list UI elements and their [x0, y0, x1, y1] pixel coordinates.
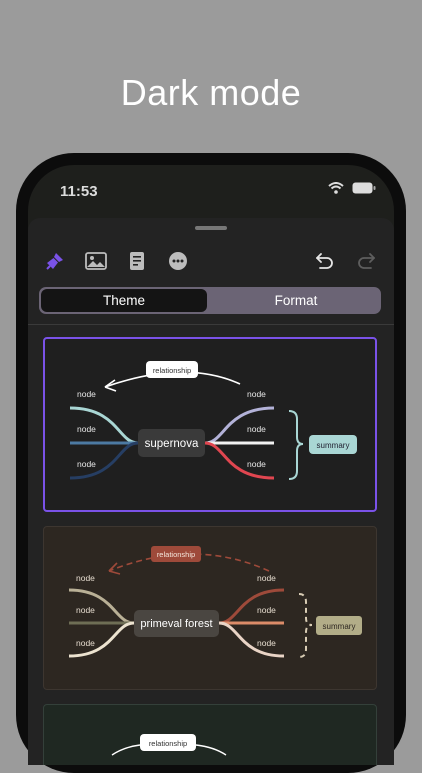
divider: [28, 324, 394, 325]
theme-brush-icon: [46, 253, 63, 270]
relationship-label: relationship: [153, 366, 191, 375]
theme-card-primeval-forest[interactable]: relationship primeval forest node node n…: [43, 526, 377, 690]
theme-preview-third: relationship: [111, 734, 227, 756]
node-label: node: [257, 638, 276, 648]
image-button[interactable]: [78, 243, 114, 279]
more-icon: [169, 252, 187, 270]
summary-label: summary: [323, 622, 356, 631]
undo-button[interactable]: [307, 243, 343, 279]
summary-label: summary: [317, 441, 350, 450]
undo-icon: [316, 253, 333, 269]
status-time: 11:53: [60, 183, 98, 200]
wifi-icon: [328, 182, 344, 194]
document-icon: [130, 252, 144, 270]
node-label: node: [247, 389, 266, 399]
theme-card-supernova[interactable]: relationship supernova node node node no…: [43, 337, 377, 512]
theme-preview-primeval-forest: relationship primeval forest node node n…: [68, 546, 362, 658]
node-label: node: [76, 638, 95, 648]
phone-screen: 11:53 Theme Format relationship supernov…: [28, 165, 394, 765]
theme-format-segmented-control: Theme Format: [39, 287, 381, 314]
battery-icon: [352, 182, 376, 194]
summary-bracket: [288, 410, 304, 480]
relationship-label: relationship: [149, 739, 187, 748]
redo-icon: [358, 253, 375, 269]
redo-button[interactable]: [348, 243, 384, 279]
node-label: node: [247, 459, 266, 469]
document-button[interactable]: [119, 243, 155, 279]
relationship-arrowhead: [108, 562, 121, 575]
theme-preview-supernova: relationship supernova node node node no…: [69, 361, 357, 480]
center-node-label: primeval forest: [140, 618, 212, 630]
node-label: node: [77, 389, 96, 399]
node-label: node: [247, 424, 266, 434]
node-label: node: [77, 459, 96, 469]
status-icons: [328, 182, 376, 194]
node-label: node: [257, 573, 276, 583]
tab-theme[interactable]: Theme: [41, 289, 207, 312]
relationship-label: relationship: [157, 550, 195, 559]
theme-card-third[interactable]: relationship: [43, 704, 377, 765]
tab-format[interactable]: Format: [213, 289, 379, 312]
image-icon: [85, 252, 107, 270]
bottom-sheet: Theme Format relationship supernova node: [28, 218, 394, 765]
node-label: node: [76, 605, 95, 615]
node-label: node: [257, 605, 276, 615]
sheet-grabber[interactable]: [195, 226, 227, 230]
theme-brush-button[interactable]: [37, 243, 73, 279]
summary-bracket: [298, 593, 313, 658]
relationship-line: [111, 744, 141, 756]
center-node-label: supernova: [145, 438, 199, 450]
headline: Dark mode: [120, 72, 302, 113]
more-button[interactable]: [160, 243, 196, 279]
node-label: node: [77, 424, 96, 434]
node-label: node: [76, 573, 95, 583]
toolbar: [28, 243, 394, 279]
relationship-line: [195, 744, 227, 756]
